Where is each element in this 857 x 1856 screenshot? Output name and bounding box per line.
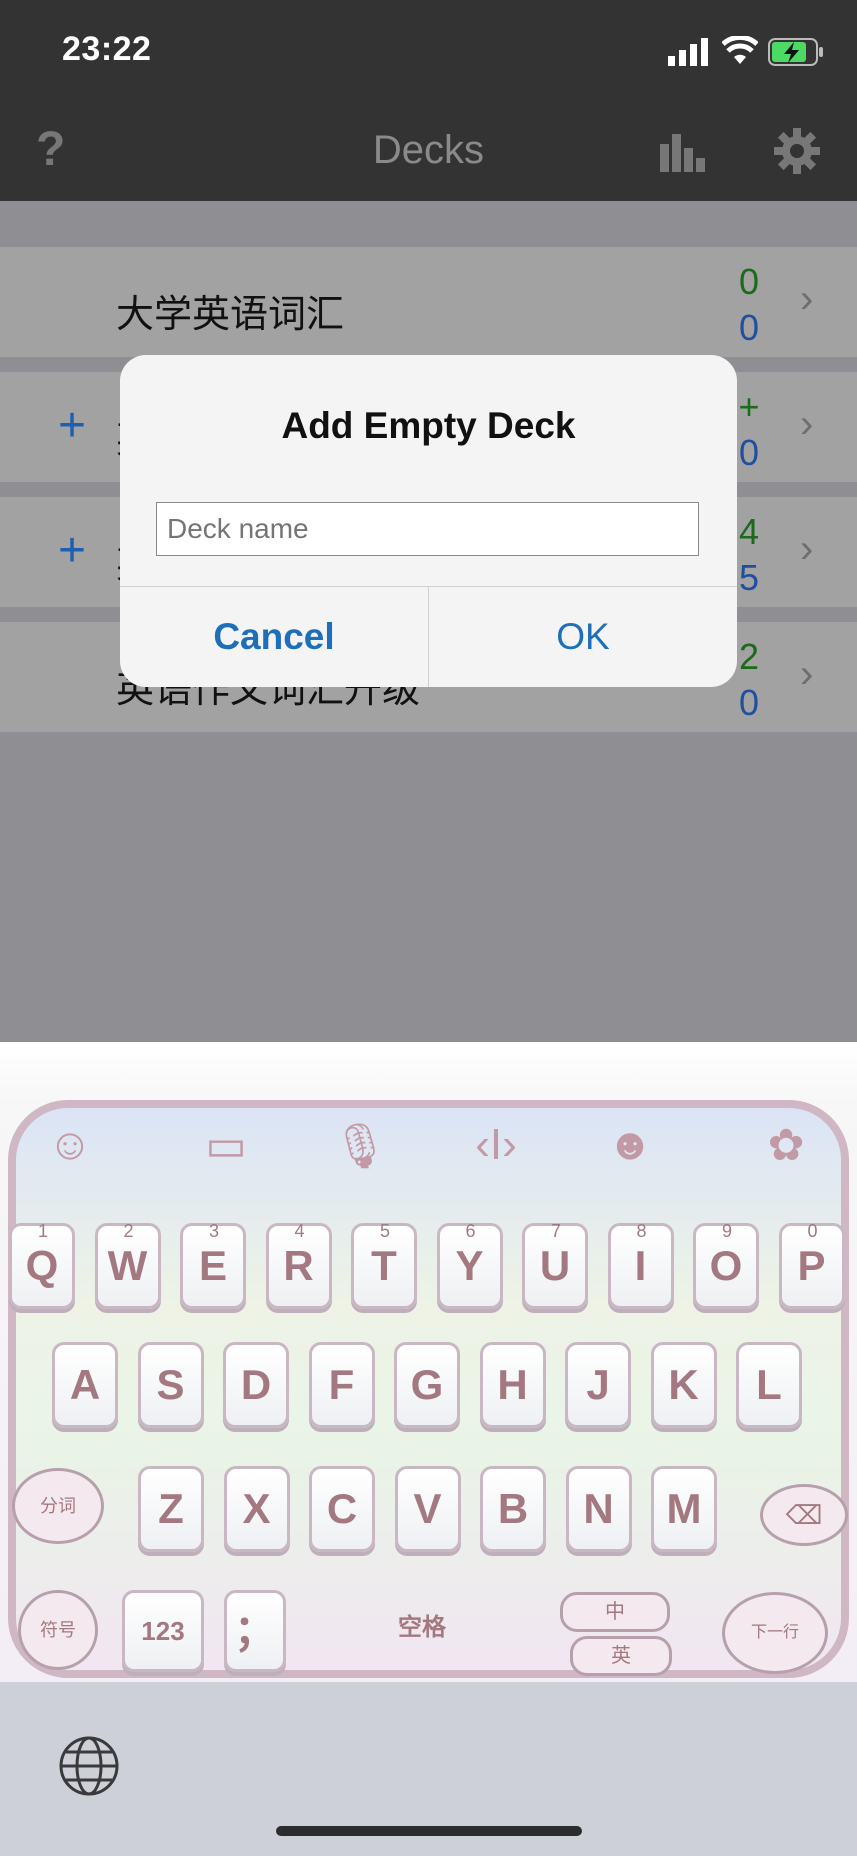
deck-name-input[interactable]	[156, 502, 699, 556]
key-number-hint: 4	[294, 1221, 305, 1241]
key-number-hint: 6	[465, 1221, 476, 1241]
key-m[interactable]: M	[651, 1466, 717, 1552]
key-v[interactable]: V	[394, 1466, 461, 1552]
symbol-key[interactable]: 符号	[18, 1590, 98, 1670]
key-z[interactable]: Z	[138, 1466, 204, 1552]
key-x[interactable]: X	[223, 1466, 290, 1552]
signal-icon	[668, 38, 708, 66]
deck-row[interactable]: 大学英语词汇 0 0 ›	[0, 247, 857, 357]
chat-icon[interactable]: ▭	[196, 1120, 256, 1171]
key-d[interactable]: D	[223, 1342, 289, 1428]
lang-zh-key[interactable]: 中	[560, 1592, 670, 1632]
chevron-right-icon: ›	[800, 402, 814, 446]
key-s[interactable]: S	[137, 1342, 204, 1428]
deck-due-count: 0	[738, 261, 760, 302]
stats-icon[interactable]	[660, 130, 706, 172]
key-number-hint: 9	[721, 1221, 732, 1241]
ok-button[interactable]: OK	[429, 586, 737, 687]
page-title: Decks	[372, 128, 485, 172]
dialog-title: Add Empty Deck	[281, 405, 576, 446]
paw-icon[interactable]: ✿	[756, 1120, 816, 1171]
battery-icon	[768, 38, 823, 66]
key-c[interactable]: C	[309, 1466, 375, 1552]
chevron-right-icon: ›	[800, 527, 814, 571]
deck-name: 大学英语词汇	[116, 294, 345, 336]
number-key[interactable]: 123	[122, 1590, 204, 1672]
key-n[interactable]: N	[565, 1466, 632, 1552]
key-number-hint: 1	[37, 1221, 48, 1241]
gear-icon[interactable]	[774, 128, 820, 174]
key-g[interactable]: G	[394, 1342, 460, 1428]
key-number-hint: 8	[636, 1221, 647, 1241]
cancel-button[interactable]: Cancel	[120, 586, 428, 687]
key-j[interactable]: J	[565, 1342, 631, 1428]
fenci-key[interactable]: 分词	[12, 1468, 104, 1544]
key-k[interactable]: K	[650, 1342, 717, 1428]
key-b[interactable]: B	[480, 1466, 546, 1552]
key-f[interactable]: F	[308, 1342, 375, 1428]
key-number-hint: 2	[123, 1221, 134, 1241]
expand-icon[interactable]: +	[58, 523, 86, 578]
deck-new-count: 0	[738, 682, 760, 723]
expand-icon[interactable]: +	[58, 398, 86, 453]
key-number-hint: 7	[550, 1221, 561, 1241]
lang-en-key[interactable]: 英	[570, 1636, 672, 1676]
semicolon-key[interactable]: ；	[224, 1590, 286, 1672]
cat-icon[interactable]: ☺	[40, 1120, 100, 1170]
chevron-right-icon: ›	[800, 652, 814, 696]
home-indicator	[276, 1826, 582, 1836]
key-number-hint: 3	[208, 1221, 219, 1241]
key-a[interactable]: A	[52, 1342, 118, 1428]
key-number-hint: 5	[379, 1221, 390, 1241]
newline-key[interactable]: 下一行	[722, 1592, 828, 1674]
delete-key[interactable]: ⌫	[760, 1484, 848, 1546]
status-bar: 23:22	[0, 0, 857, 100]
key-h[interactable]: H	[479, 1342, 546, 1428]
key-number-hint: 0	[807, 1221, 818, 1241]
add-deck-dialog: Add Empty Deck Cancel OK	[120, 355, 737, 687]
space-key[interactable]: 空格	[308, 1596, 536, 1666]
cursor-icon[interactable]: ‹I›	[466, 1120, 526, 1170]
wifi-icon	[722, 36, 758, 64]
globe-icon[interactable]	[58, 1735, 120, 1797]
chevron-right-icon: ›	[800, 277, 814, 321]
status-time: 23:22	[62, 30, 152, 68]
deck-new-count: 0	[738, 307, 760, 348]
microphone-icon[interactable]: 🎙	[330, 1120, 390, 1172]
emoji-icon[interactable]: ☻	[600, 1120, 660, 1170]
key-l[interactable]: L	[736, 1342, 802, 1428]
